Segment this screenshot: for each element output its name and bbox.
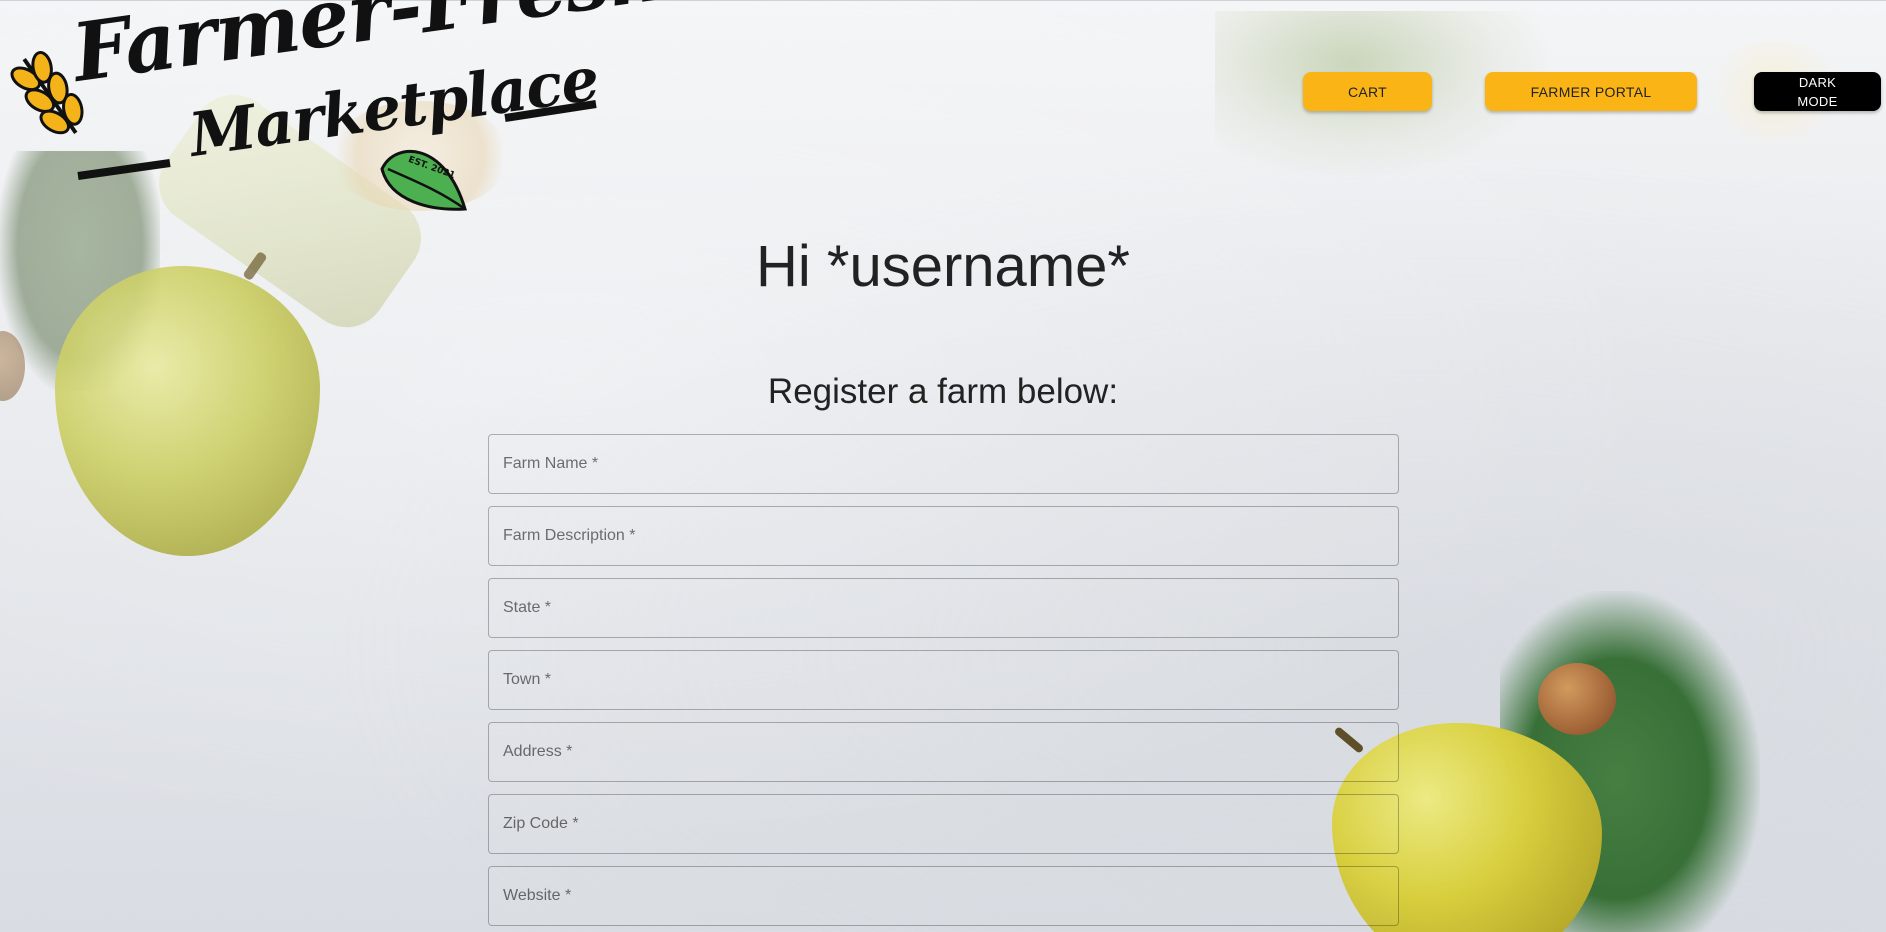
address-input[interactable] bbox=[489, 723, 1398, 781]
dark-mode-button[interactable]: DARK MODE bbox=[1754, 72, 1881, 111]
state-input[interactable] bbox=[489, 579, 1398, 637]
farm-name-input[interactable] bbox=[489, 435, 1398, 493]
town-input[interactable] bbox=[489, 651, 1398, 709]
farm-description-field[interactable] bbox=[488, 506, 1399, 566]
zip-code-input[interactable] bbox=[489, 795, 1398, 853]
page-title: Hi *username* bbox=[756, 234, 1130, 299]
address-field[interactable] bbox=[488, 722, 1399, 782]
zip-code-field[interactable] bbox=[488, 794, 1399, 854]
farmer-portal-button[interactable]: FARMER PORTAL bbox=[1485, 72, 1697, 111]
form-heading: Register a farm below: bbox=[767, 372, 1119, 411]
state-field[interactable] bbox=[488, 578, 1399, 638]
dark-mode-label: DARK MODE bbox=[1797, 74, 1838, 109]
background-greens bbox=[1500, 591, 1760, 932]
town-field[interactable] bbox=[488, 650, 1399, 710]
farm-name-field[interactable] bbox=[488, 434, 1399, 494]
site-logo[interactable]: Farmer-Fresh Marketplace EST. 2021 bbox=[10, 0, 671, 216]
website-input[interactable] bbox=[489, 867, 1398, 925]
cart-button[interactable]: CART bbox=[1303, 72, 1432, 111]
website-field[interactable] bbox=[488, 866, 1399, 926]
farm-description-input[interactable] bbox=[489, 507, 1398, 565]
background-hazelnut bbox=[1538, 663, 1616, 735]
